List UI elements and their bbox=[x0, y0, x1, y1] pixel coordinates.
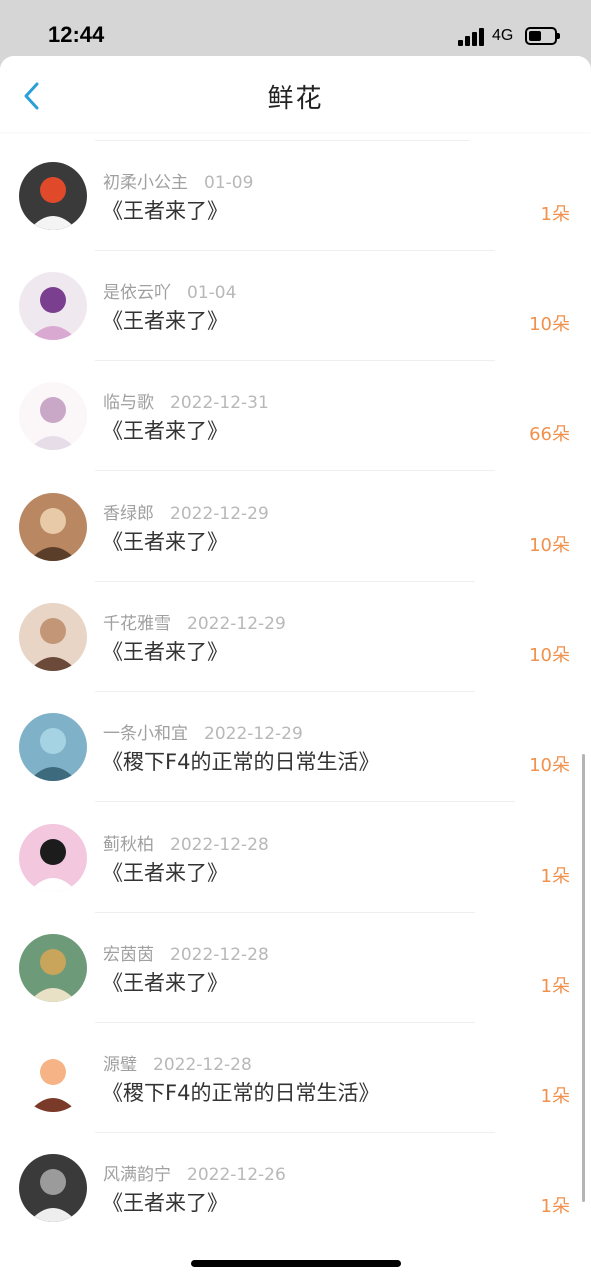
avatar[interactable] bbox=[19, 162, 87, 230]
flower-count: 10朵 bbox=[529, 535, 570, 556]
list-item[interactable]: 香绿郎 2022-12-29 《王者来了》 10朵 bbox=[0, 461, 591, 582]
book-title[interactable]: 《王者来了》 bbox=[102, 195, 228, 225]
list-item[interactable]: 初柔小公主 01-09 《王者来了》 1朵 bbox=[0, 130, 591, 251]
list-item[interactable]: 风满韵宁 2022-12-26 《王者来了》 1朵 bbox=[0, 1122, 591, 1232]
book-title[interactable]: 《王者来了》 bbox=[102, 305, 228, 335]
avatar[interactable] bbox=[19, 934, 87, 1002]
book-title[interactable]: 《王者来了》 bbox=[102, 967, 228, 997]
username[interactable]: 初柔小公主 bbox=[103, 173, 188, 193]
avatar[interactable] bbox=[19, 1044, 87, 1112]
network-type: 4G bbox=[492, 27, 514, 44]
avatar[interactable] bbox=[19, 382, 87, 450]
date: 01-04 bbox=[187, 283, 237, 303]
flower-count: 10朵 bbox=[529, 314, 570, 335]
screen: 鲜花 《王者来了》1朵初柔小公主01-09《王者来了》1朵是依云吖01-04《王… bbox=[0, 56, 591, 1280]
list-item[interactable]: 是依云吖 01-04 《王者来了》 10朵 bbox=[0, 240, 591, 361]
date: 01-09 bbox=[204, 173, 254, 193]
item-meta: 初柔小公主 01-09 bbox=[103, 168, 253, 193]
item-meta: 是依云吖 01-04 bbox=[103, 278, 236, 303]
book-title[interactable]: 《王者来了》 bbox=[102, 526, 228, 556]
username[interactable]: 临与歌 bbox=[103, 393, 154, 413]
item-meta: 蓟秋柏 2022-12-28 bbox=[103, 830, 269, 855]
date: 2022-12-26 bbox=[187, 1165, 286, 1185]
date: 2022-12-29 bbox=[170, 504, 269, 524]
avatar[interactable] bbox=[19, 272, 87, 340]
username[interactable]: 是依云吖 bbox=[103, 283, 171, 303]
date: 2022-12-28 bbox=[170, 945, 269, 965]
avatar[interactable] bbox=[19, 1154, 87, 1222]
book-title[interactable]: 《王者来了》 bbox=[102, 636, 228, 666]
username[interactable]: 香绿郎 bbox=[103, 504, 154, 524]
list-item[interactable]: 源璧 2022-12-28 《稷下F4的正常的日常生活》 1朵 bbox=[0, 1012, 591, 1133]
item-meta: 一条小和宜 2022-12-29 bbox=[103, 719, 303, 744]
avatar[interactable] bbox=[19, 493, 87, 561]
date: 2022-12-29 bbox=[187, 614, 286, 634]
username[interactable]: 千花雅雪 bbox=[103, 614, 171, 634]
username[interactable]: 风满韵宁 bbox=[103, 1165, 171, 1185]
flower-count: 10朵 bbox=[529, 645, 570, 666]
date: 2022-12-28 bbox=[153, 1055, 252, 1075]
flower-count: 1朵 bbox=[540, 1086, 570, 1107]
item-meta: 源璧 2022-12-28 bbox=[103, 1050, 252, 1075]
book-title[interactable]: 《稷下F4的正常的日常生活》 bbox=[102, 1077, 379, 1107]
signal-icon bbox=[458, 28, 484, 46]
username[interactable]: 一条小和宜 bbox=[103, 724, 188, 744]
flower-count: 1朵 bbox=[540, 204, 570, 225]
scrollbar[interactable] bbox=[582, 754, 585, 1202]
flower-count: 1朵 bbox=[540, 1196, 570, 1217]
status-time: 12:44 bbox=[48, 22, 105, 47]
avatar[interactable] bbox=[19, 713, 87, 781]
item-meta: 宏茵茵 2022-12-28 bbox=[103, 940, 269, 965]
date: 2022-12-29 bbox=[204, 724, 303, 744]
list-item[interactable]: 宏茵茵 2022-12-28 《王者来了》 1朵 bbox=[0, 902, 591, 1023]
date: 2022-12-28 bbox=[170, 835, 269, 855]
flower-count: 1朵 bbox=[540, 976, 570, 997]
item-meta: 香绿郎 2022-12-29 bbox=[103, 499, 269, 524]
flower-count: 1朵 bbox=[540, 866, 570, 887]
item-meta: 千花雅雪 2022-12-29 bbox=[103, 609, 286, 634]
flower-count: 10朵 bbox=[529, 755, 570, 776]
item-meta: 临与歌 2022-12-31 bbox=[103, 388, 269, 413]
date: 2022-12-31 bbox=[170, 393, 269, 413]
nav-bar: 鲜花 bbox=[0, 56, 591, 132]
list-item[interactable]: 蓟秋柏 2022-12-28 《王者来了》 1朵 bbox=[0, 792, 591, 913]
avatar[interactable] bbox=[19, 824, 87, 892]
home-indicator bbox=[191, 1260, 401, 1267]
book-title[interactable]: 《稷下F4的正常的日常生活》 bbox=[102, 746, 379, 776]
list-item[interactable]: 一条小和宜 2022-12-29 《稷下F4的正常的日常生活》 10朵 bbox=[0, 681, 591, 802]
flower-count: 66朵 bbox=[529, 424, 570, 445]
list-item[interactable]: 千花雅雪 2022-12-29 《王者来了》 10朵 bbox=[0, 571, 591, 692]
book-title[interactable]: 《王者来了》 bbox=[102, 1187, 228, 1217]
avatar[interactable] bbox=[19, 603, 87, 671]
status-bar: 12:44 4G bbox=[0, 0, 591, 56]
username[interactable]: 宏茵茵 bbox=[103, 945, 154, 965]
item-meta: 风满韵宁 2022-12-26 bbox=[103, 1160, 286, 1185]
page-title: 鲜花 bbox=[267, 84, 324, 114]
username[interactable]: 源璧 bbox=[103, 1055, 137, 1075]
username[interactable]: 蓟秋柏 bbox=[103, 835, 154, 855]
book-title[interactable]: 《王者来了》 bbox=[102, 857, 228, 887]
battery-icon bbox=[525, 27, 560, 45]
list-item[interactable]: 临与歌 2022-12-31 《王者来了》 66朵 bbox=[0, 350, 591, 471]
book-title[interactable]: 《王者来了》 bbox=[102, 415, 228, 445]
